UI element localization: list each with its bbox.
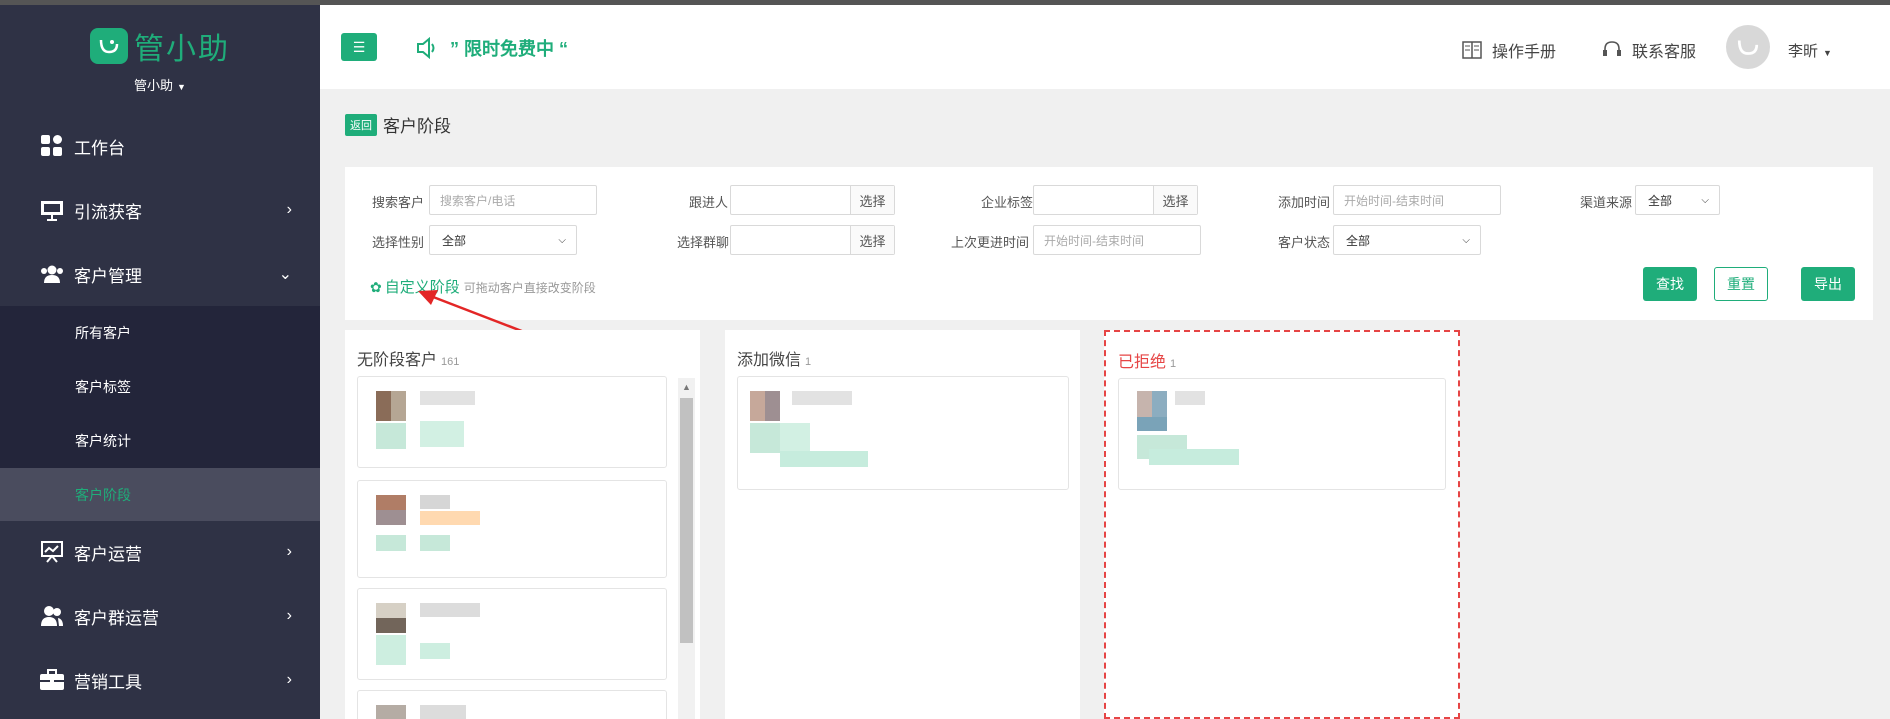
add-time-range[interactable]: 开始时间-结束时间 (1333, 185, 1501, 215)
menu-toggle-button[interactable]: ☰ (341, 33, 377, 61)
submenu-item-all-customers[interactable]: 所有客户 (0, 306, 320, 359)
headset-icon (1602, 40, 1622, 60)
column-scrollbar[interactable]: ▲ (678, 378, 695, 719)
sidebar-item-acquire[interactable]: 引流获客 › (0, 185, 320, 235)
top-header: ☰ ” 限时免费中 “ 操作手册 联系客服 李昕 ▼ (320, 5, 1890, 89)
logo: 管小助 (90, 24, 230, 68)
group-picker[interactable]: 选择 (730, 225, 895, 255)
presentation-icon (40, 540, 64, 564)
chevron-right-icon: › (286, 201, 292, 218)
users-icon (40, 262, 64, 286)
column-count: 1 (1170, 358, 1177, 370)
chevron-down-icon: ⌄ (278, 266, 292, 283)
customer-card[interactable] (357, 588, 667, 680)
gender-select[interactable]: 全部 ⌵ (429, 225, 577, 255)
logo-text: 管小助 (134, 32, 230, 67)
gear-icon: ✿ (370, 279, 382, 295)
group-label: 选择群聊 (677, 235, 730, 250)
caret-down-icon: ▼ (177, 82, 186, 92)
add-time-label: 添加时间 (1278, 195, 1331, 210)
avatar[interactable] (1726, 25, 1770, 69)
tag-picker[interactable]: 选择 (1033, 185, 1198, 215)
owner-picker[interactable]: 选择 (730, 185, 895, 215)
chevron-right-icon: › (286, 671, 292, 688)
tag-label: 企业标签 (981, 195, 1034, 210)
submenu-item-customer-stats[interactable]: 客户统计 (0, 414, 320, 467)
chevron-down-icon: ⌵ (558, 234, 566, 246)
search-label: 搜索客户 (372, 195, 425, 210)
back-button[interactable]: 返回 (345, 113, 377, 136)
last-follow-label: 上次更进时间 (951, 235, 1030, 250)
sidebar-item-customer-ops[interactable]: 客户运营 › (0, 527, 320, 577)
chevron-down-icon: ⌵ (1462, 234, 1470, 246)
sidebar-item-group-ops[interactable]: 客户群运营 › (0, 591, 320, 641)
column-title: 已拒绝 1 (1118, 354, 1177, 371)
logo-icon (90, 28, 128, 64)
customer-card[interactable] (1118, 378, 1446, 490)
monitor-icon (40, 198, 64, 222)
search-input[interactable]: 搜索客户/电话 (429, 185, 597, 215)
scroll-thumb[interactable] (680, 398, 693, 643)
submenu-item-customer-stage[interactable]: 客户阶段 (0, 468, 320, 521)
sidebar-item-marketing[interactable]: 营销工具 › (0, 655, 320, 705)
reset-button[interactable]: 重置 (1714, 267, 1768, 301)
dashboard-icon (40, 134, 64, 158)
column-count: 1 (805, 356, 812, 368)
group-choose-button[interactable]: 选择 (850, 226, 894, 254)
book-icon (1462, 41, 1482, 59)
gender-label: 选择性别 (372, 235, 425, 250)
speaker-icon (416, 37, 440, 59)
tag-choose-button[interactable]: 选择 (1153, 186, 1197, 214)
submenu-item-customer-tags[interactable]: 客户标签 (0, 360, 320, 413)
status-select[interactable]: 全部 ⌵ (1333, 225, 1481, 255)
briefcase-icon (40, 668, 64, 692)
owner-label: 跟进人 (689, 195, 729, 210)
sidebar-item-workbench[interactable]: 工作台 (0, 121, 320, 171)
stage-column-rejected: 已拒绝 1 (1104, 330, 1460, 719)
filter-panel: 搜索客户 搜索客户/电话 跟进人 选择 企业标签 选择 添加时间 开始时间-结束… (345, 167, 1873, 320)
caret-down-icon: ▼ (1823, 48, 1832, 58)
customer-card[interactable] (357, 690, 667, 719)
owner-choose-button[interactable]: 选择 (850, 186, 894, 214)
support-link[interactable]: 联系客服 (1602, 38, 1696, 62)
export-button[interactable]: 导出 (1801, 267, 1855, 301)
status-label: 客户状态 (1278, 235, 1331, 250)
scroll-up-icon[interactable]: ▲ (682, 382, 691, 392)
hamburger-icon: ☰ (352, 38, 366, 55)
stage-column-add-wechat: 添加微信 1 (725, 330, 1080, 719)
page-title: 返回 客户阶段 (345, 112, 451, 137)
sidebar-item-customer-mgmt[interactable]: 客户管理 ⌄ (0, 249, 320, 299)
chevron-right-icon: › (286, 543, 292, 560)
customer-card[interactable] (737, 376, 1069, 490)
manual-link[interactable]: 操作手册 (1462, 38, 1556, 62)
chevron-down-icon: ⌵ (1701, 194, 1709, 206)
stage-column-no-stage: 无阶段客户 161 ▲ (345, 330, 700, 719)
group-icon (40, 604, 64, 628)
column-count: 161 (441, 356, 460, 368)
chevron-right-icon: › (286, 607, 292, 624)
top-border (0, 0, 1890, 5)
column-title: 无阶段客户 161 (357, 352, 460, 369)
column-title: 添加微信 1 (737, 352, 812, 369)
search-button[interactable]: 查找 (1643, 267, 1697, 301)
user-menu[interactable]: 李昕 ▼ (1788, 40, 1832, 61)
customer-card[interactable] (357, 376, 667, 468)
promo-banner: ” 限时免费中 “ (416, 35, 568, 61)
last-follow-range[interactable]: 开始时间-结束时间 (1033, 225, 1201, 255)
customer-card[interactable] (357, 480, 667, 578)
brand-switcher[interactable]: 管小助 ▼ (0, 75, 320, 94)
channel-select[interactable]: 全部 ⌵ (1635, 185, 1720, 215)
customer-submenu: 所有客户 客户标签 客户统计 客户阶段 (0, 306, 320, 521)
channel-label: 渠道来源 (1580, 195, 1633, 210)
sidebar: 管小助 管小助 ▼ 工作台 引流获客 › 客户管理 ⌄ 所有客户 客户标签 客户统… (0, 0, 320, 719)
